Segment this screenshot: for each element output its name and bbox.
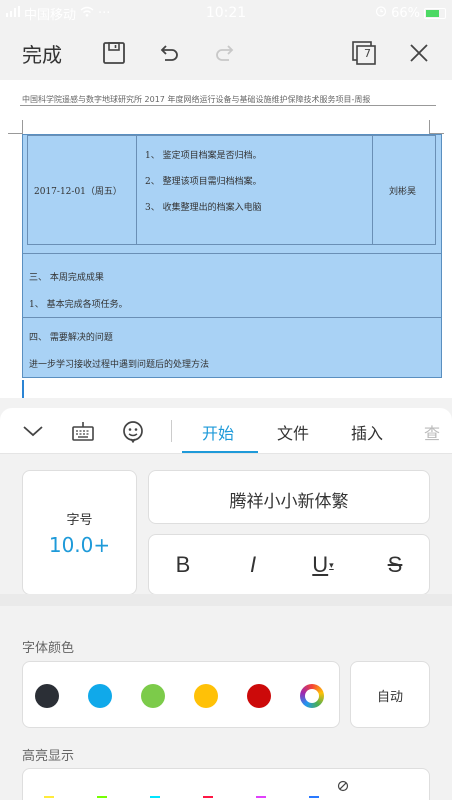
color-picker-inner	[305, 689, 319, 703]
person-cell[interactable]: 刘彬昊	[372, 135, 436, 245]
keyboard-icon[interactable]	[66, 414, 100, 448]
save-icon[interactable]	[97, 36, 131, 70]
panel-divider	[0, 594, 452, 606]
section-item: 1、 基本完成各项任务。	[29, 300, 128, 310]
header-rule	[20, 105, 436, 106]
auto-color-card[interactable]: 自动	[350, 661, 430, 728]
font-color-card	[22, 661, 340, 728]
bold-button[interactable]: B	[165, 547, 201, 583]
highlight-swatch-red[interactable]	[203, 796, 213, 798]
text-style-card: B I U ▾ S	[148, 534, 430, 595]
tab-file[interactable]: 文件	[277, 420, 309, 444]
tab-review[interactable]: 查	[424, 420, 440, 444]
color-swatch-yellow[interactable]	[194, 684, 218, 708]
close-icon[interactable]	[402, 36, 436, 70]
highlight-swatch-magenta[interactable]	[256, 796, 266, 798]
font-color-label: 字体颜色	[22, 641, 75, 656]
bold-label: B	[175, 552, 191, 577]
crop-mark	[429, 120, 430, 134]
highlight-swatch-cyan[interactable]	[150, 796, 160, 798]
task-item: 3、 收集整理出的档案入电脑	[145, 203, 262, 213]
section-divider	[23, 317, 441, 318]
italic-label: I	[249, 552, 257, 577]
crop-mark	[8, 133, 22, 134]
section-title: 四、 需要解决的问题	[29, 333, 113, 343]
underline-button[interactable]: U ▾	[305, 547, 341, 583]
underline-label: U	[312, 552, 329, 577]
font-size-label: 字号	[66, 513, 93, 528]
highlight-label: 高亮显示	[22, 749, 75, 764]
collapse-panel-icon[interactable]	[16, 414, 50, 448]
document-header: 中国科学院遥感与数字地球研究所 2017 年度网络运行设备与基础设施维护保障技术…	[22, 95, 371, 104]
undo-icon[interactable]	[152, 36, 186, 70]
format-panel-tabs: 开始 文件 插入 查	[0, 408, 452, 454]
color-swatch-green[interactable]	[141, 684, 165, 708]
italic-button[interactable]: I	[235, 547, 271, 583]
editor-toolbar: 完成 7	[0, 26, 452, 80]
highlight-swatch-green[interactable]	[97, 796, 107, 798]
page-count-icon[interactable]: 7	[347, 36, 381, 70]
color-swatch-blue[interactable]	[88, 684, 112, 708]
task-item: 2、 整理该项目需归档档案。	[145, 177, 262, 187]
battery-icon	[424, 7, 446, 19]
active-tab-indicator	[182, 451, 258, 453]
font-size-value: 10.0+	[48, 533, 111, 557]
date-cell[interactable]: 2017-12-01（周五）	[27, 135, 137, 245]
font-size-card[interactable]: 字号 10.0+	[22, 470, 137, 595]
tab-start[interactable]: 开始	[202, 420, 234, 444]
document-canvas[interactable]: 中国科学院遥感与数字地球研究所 2017 年度网络运行设备与基础设施维护保障技术…	[0, 80, 452, 398]
redo-icon[interactable]	[208, 36, 242, 70]
smart-assistant-icon[interactable]	[116, 414, 150, 448]
person-text: 刘彬昊	[389, 187, 417, 197]
font-name-value: 腾祥小小新体繁	[229, 492, 349, 512]
tasks-cell[interactable]: 1、 鉴定项目档案是否归档。 2、 整理该项目需归档档案。 3、 收集整理出的档…	[136, 135, 373, 245]
color-swatch-red[interactable]	[247, 684, 271, 708]
task-item: 1、 鉴定项目档案是否归档。	[145, 151, 262, 161]
section-item: 进一步学习接收过程中遇到问题后的处理方法	[29, 360, 210, 370]
tab-separator	[171, 420, 172, 442]
highlight-swatch-yellow[interactable]	[44, 796, 54, 798]
text-cursor[interactable]	[22, 380, 24, 398]
section-divider	[23, 253, 441, 254]
tab-insert[interactable]: 插入	[351, 420, 383, 444]
done-button[interactable]: 完成	[22, 39, 62, 68]
color-picker-icon[interactable]	[300, 684, 324, 708]
section-title: 三、 本周完成成果	[29, 273, 104, 283]
strikethrough-label: S	[387, 552, 403, 577]
auto-color-label: 自动	[376, 690, 403, 705]
color-swatch-black[interactable]	[35, 684, 59, 708]
crop-mark	[22, 120, 23, 134]
strikethrough-button[interactable]: S	[377, 547, 413, 583]
date-text: 2017-12-01（周五）	[34, 187, 122, 197]
no-highlight-icon[interactable]	[337, 777, 349, 796]
clock: 10:21	[205, 5, 247, 21]
page-count-label: 7	[364, 47, 371, 60]
highlight-card	[22, 768, 430, 800]
underline-dropdown-icon: ▾	[329, 559, 334, 570]
selected-content[interactable]: 2017-12-01（周五） 1、 鉴定项目档案是否归档。 2、 整理该项目需归…	[22, 134, 442, 378]
status-bar: 中国移动 ··· 10:21 66%	[0, 0, 452, 26]
highlight-swatch-blue[interactable]	[309, 796, 319, 798]
font-name-card[interactable]: 腾祥小小新体繁	[148, 470, 430, 524]
